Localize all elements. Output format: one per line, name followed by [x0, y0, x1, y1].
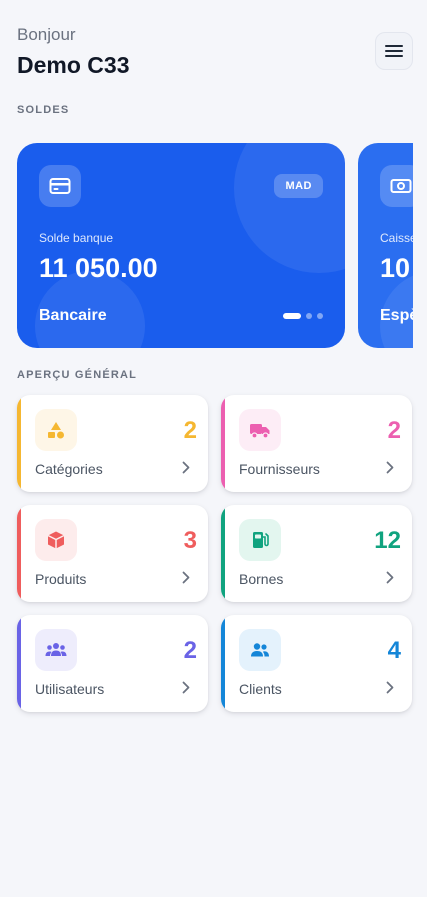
card-accent	[221, 615, 225, 712]
carousel-dot-active	[283, 313, 301, 319]
truck-icon	[239, 409, 281, 451]
menu-button[interactable]	[375, 32, 413, 70]
stat-count: 2	[183, 417, 197, 444]
section-title-balances: SOLDES	[17, 104, 70, 116]
shapes-icon	[35, 409, 77, 451]
box-icon	[35, 519, 77, 561]
fuel-pump-icon	[239, 519, 281, 561]
stat-count: 12	[374, 527, 401, 554]
credit-card-icon	[39, 165, 81, 207]
cash-icon	[380, 165, 413, 207]
chevron-right-icon	[386, 461, 394, 474]
carousel-dot	[306, 313, 312, 319]
balance-label: Caisse	[380, 231, 413, 245]
stat-count: 3	[183, 527, 197, 554]
balance-label: Solde banque	[39, 231, 114, 245]
stat-count: 2	[387, 417, 401, 444]
stat-card-suppliers[interactable]: 2 Fournisseurs	[221, 395, 412, 492]
card-accent	[17, 395, 21, 492]
chevron-right-icon	[182, 681, 190, 694]
stat-card-categories[interactable]: 2 Catégories	[17, 395, 208, 492]
stat-label: Clients	[239, 681, 282, 697]
stat-label: Utilisateurs	[35, 681, 105, 697]
stat-label: Fournisseurs	[239, 461, 320, 477]
section-title-overview: APERÇU GÉNÉRAL	[17, 369, 138, 381]
currency-badge: MAD	[274, 174, 323, 198]
stat-label: Bornes	[239, 571, 284, 587]
chevron-right-icon	[182, 461, 190, 474]
chevron-right-icon	[386, 681, 394, 694]
header: Bonjour Demo C33	[17, 24, 129, 80]
user-name: Demo C33	[17, 52, 130, 78]
stat-card-clients[interactable]: 4 Clients	[221, 615, 412, 712]
greeting-text: Bonjour	[17, 25, 76, 44]
stat-card-pumps[interactable]: 12 Bornes	[221, 505, 412, 602]
chevron-right-icon	[182, 571, 190, 584]
users-icon	[239, 629, 281, 671]
decorative-circle	[234, 143, 345, 273]
stat-label: Produits	[35, 571, 87, 587]
hamburger-menu-icon	[385, 45, 403, 57]
balances-carousel[interactable]: MAD Solde banque 11 050.00 Bancaire Cais…	[17, 143, 413, 348]
chevron-right-icon	[386, 571, 394, 584]
balance-amount: 10	[380, 253, 411, 283]
balance-type: Bancaire	[39, 307, 107, 324]
balance-amount: 11 050.00	[39, 253, 158, 283]
carousel-dot	[317, 313, 323, 319]
balance-card-bank[interactable]: MAD Solde banque 11 050.00 Bancaire	[17, 143, 345, 348]
card-accent	[221, 505, 225, 602]
users-group-icon	[35, 629, 77, 671]
stat-count: 4	[387, 637, 401, 664]
stat-card-users[interactable]: 2 Utilisateurs	[17, 615, 208, 712]
card-accent	[17, 615, 21, 712]
card-accent	[221, 395, 225, 492]
balance-card-cash[interactable]: Caisse 10 Espè	[358, 143, 413, 348]
stat-card-products[interactable]: 3 Produits	[17, 505, 208, 602]
stat-label: Catégories	[35, 461, 103, 477]
balance-type: Espè	[380, 307, 413, 324]
card-accent	[17, 505, 21, 602]
carousel-indicator	[283, 313, 323, 319]
stat-count: 2	[183, 637, 197, 664]
